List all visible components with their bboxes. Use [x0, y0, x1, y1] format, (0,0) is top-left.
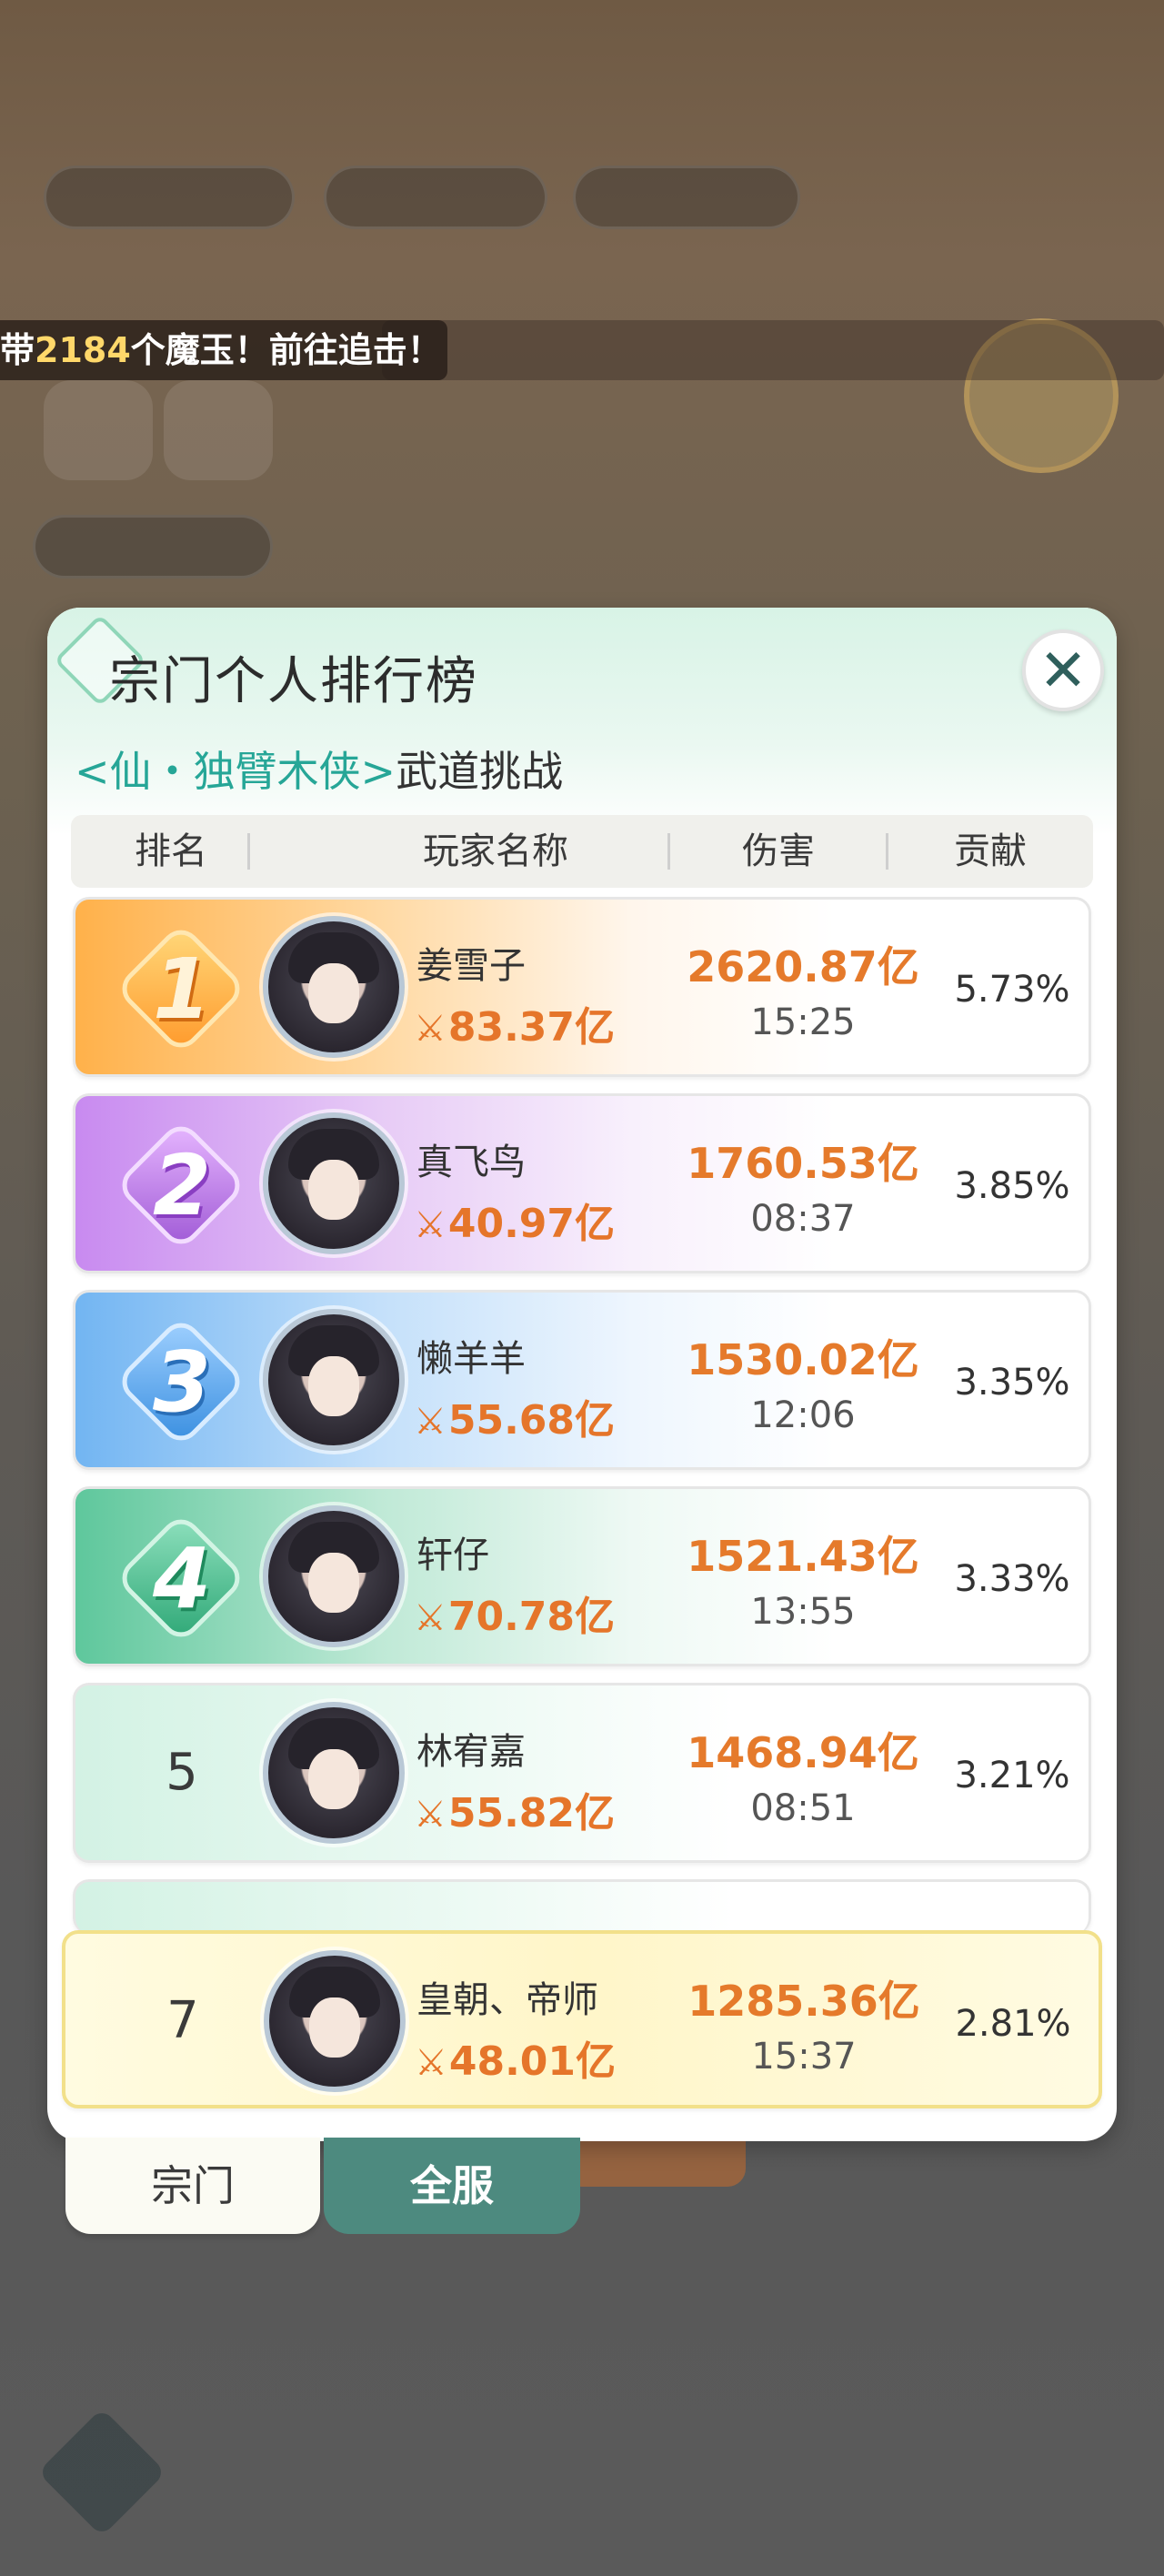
tab-sect[interactable]: 宗门	[65, 2138, 320, 2234]
contribution-value: 3.85%	[954, 1165, 1070, 1207]
header-divider	[667, 833, 670, 870]
ranking-row[interactable]: 1 姜雪子 ⚔83.37亿 2620.87亿 15:25 5.73%	[73, 897, 1091, 1077]
ranking-row[interactable]: 3 懒羊羊 ⚔55.68亿 1530.02亿 12:06 3.35%	[73, 1290, 1091, 1470]
damage-time: 08:51	[750, 1787, 856, 1829]
header-contribution: 贡献	[954, 830, 1027, 872]
ranking-row[interactable]: 4 轩仔 ⚔70.78亿 1521.43亿 13:55 3.33%	[73, 1486, 1091, 1666]
player-name: 姜雪子	[416, 945, 526, 987]
player-name: 轩仔	[416, 1535, 489, 1576]
crossed-swords-icon: ⚔	[415, 2042, 447, 2084]
my-contribution-value: 2.81%	[955, 2003, 1071, 2045]
my-ranking-row[interactable]: 7 皇朝、帝师 ⚔48.01亿 1285.36亿 15:37 2.81%	[62, 1930, 1102, 2108]
rank-number: 1	[152, 941, 211, 1038]
player-name: 真飞鸟	[416, 1142, 526, 1183]
crossed-swords-icon: ⚔	[414, 1597, 447, 1639]
background-icon	[164, 380, 273, 480]
header-damage: 伤害	[742, 830, 815, 872]
crossed-swords-icon: ⚔	[414, 1401, 447, 1443]
damage-time: 15:25	[750, 1001, 856, 1043]
damage-value: 1521.43亿	[687, 1532, 919, 1581]
background-icon	[44, 380, 153, 480]
contribution-value: 3.35%	[954, 1362, 1070, 1404]
ranking-row[interactable]: 5 林宥嘉 ⚔55.82亿 1468.94亿 08:51 3.21%	[73, 1683, 1091, 1863]
event-name: <仙・独臂木侠>	[75, 747, 396, 796]
my-combat-power: ⚔48.01亿	[415, 2038, 617, 2085]
background-diamond-icon	[37, 2408, 166, 2537]
my-avatar[interactable]	[264, 1950, 406, 2092]
combat-power: ⚔55.82亿	[414, 1790, 616, 1836]
background-bar	[564, 2141, 746, 2187]
combat-power: ⚔83.37亿	[414, 1004, 616, 1051]
player-name: 懒羊羊	[416, 1338, 526, 1380]
crossed-swords-icon: ⚔	[414, 1008, 447, 1050]
my-player-name: 皇朝、帝师	[416, 1979, 598, 2021]
header-rank: 排名	[135, 830, 207, 872]
background-button	[33, 515, 273, 579]
player-name: 林宥嘉	[416, 1731, 526, 1773]
damage-value: 1530.02亿	[687, 1335, 919, 1384]
crossed-swords-icon: ⚔	[414, 1794, 447, 1836]
ticker-background	[382, 320, 1164, 380]
damage-time: 12:06	[750, 1394, 856, 1436]
my-damage-value: 1285.36亿	[687, 1977, 920, 2026]
avatar[interactable]	[263, 916, 405, 1058]
table-header: 排名 玩家名称 伤害 贡献	[71, 815, 1093, 888]
damage-value: 2620.87亿	[687, 942, 919, 991]
combat-power: ⚔55.68亿	[414, 1397, 616, 1444]
contribution-value: 5.73%	[954, 969, 1070, 1011]
combat-power: ⚔40.97亿	[414, 1201, 616, 1247]
avatar[interactable]	[263, 1309, 405, 1451]
close-icon: ✕	[1039, 638, 1088, 705]
crossed-swords-icon: ⚔	[414, 1204, 447, 1246]
damage-time: 13:55	[750, 1591, 856, 1633]
rank-number: 2	[152, 1137, 211, 1234]
contribution-value: 3.21%	[954, 1755, 1070, 1796]
background-resource-pill	[573, 166, 800, 229]
rank-number: 5	[166, 1743, 198, 1802]
ranking-row[interactable]: 2 真飞鸟 ⚔40.97亿 1760.53亿 08:37 3.85%	[73, 1093, 1091, 1273]
damage-value: 1760.53亿	[687, 1139, 919, 1188]
close-button[interactable]: ✕	[1022, 629, 1104, 711]
damage-value: 1468.94亿	[687, 1728, 919, 1777]
contribution-value: 3.33%	[954, 1558, 1070, 1600]
damage-time: 08:37	[750, 1198, 856, 1240]
my-damage-time: 15:37	[751, 2036, 857, 2078]
avatar[interactable]	[263, 1702, 405, 1844]
avatar[interactable]	[263, 1505, 405, 1647]
event-mode: 武道挑战	[396, 747, 564, 796]
background-resource-pill	[44, 166, 295, 229]
ranking-row-partial[interactable]	[73, 1879, 1091, 1934]
combat-power: ⚔70.78亿	[414, 1594, 616, 1640]
broadcast-ticker: 带2184个魔玉！前往追击！	[0, 320, 447, 380]
my-rank-number: 7	[166, 1991, 199, 2050]
rank-number: 4	[152, 1530, 211, 1627]
panel-title: 宗门个人排行榜	[109, 652, 478, 711]
avatar[interactable]	[263, 1112, 405, 1254]
background-resource-pill	[324, 166, 547, 229]
rank-number: 3	[152, 1333, 211, 1431]
event-subtitle: <仙・独臂木侠>武道挑战	[75, 739, 563, 799]
tab-all-server[interactable]: 全服	[324, 2138, 580, 2234]
sect-ranking-panel: 宗门个人排行榜 ✕ <仙・独臂木侠>武道挑战 排名 玩家名称 伤害 贡献 1 姜…	[47, 608, 1117, 2141]
